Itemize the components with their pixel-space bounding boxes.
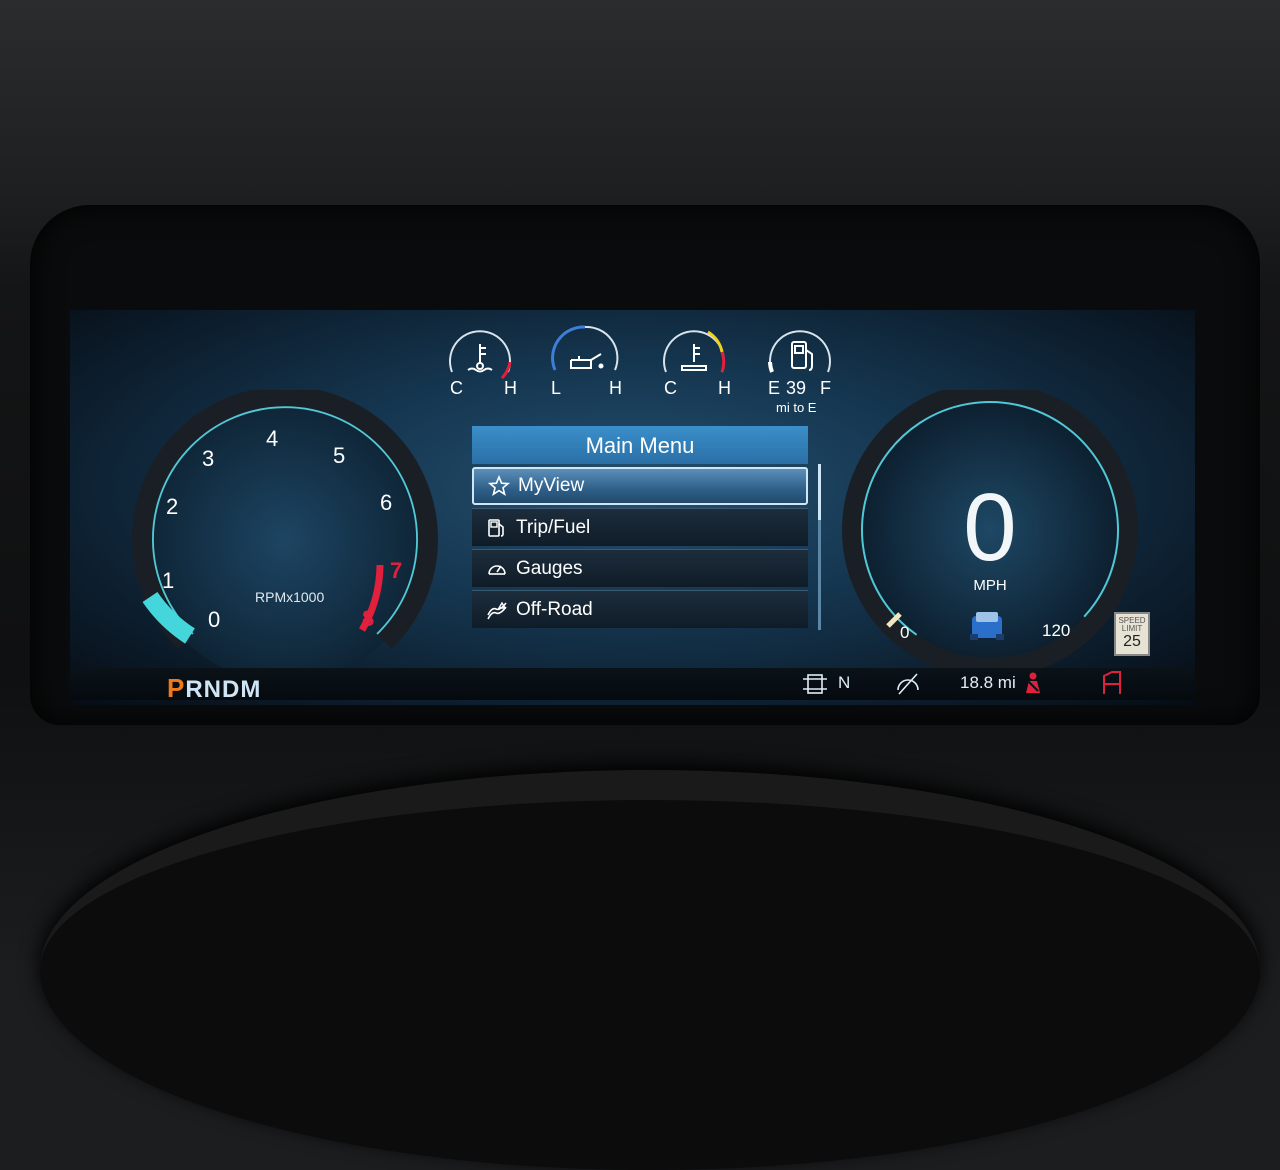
menu-item-trip-fuel[interactable]: Trip/Fuel <box>472 508 808 546</box>
transmission-temp-icon <box>681 344 707 371</box>
trans-temp-gauge: C H <box>663 330 731 398</box>
speed-max-label: 120 <box>1042 621 1070 640</box>
tach-tick-0: 0 <box>208 607 220 632</box>
menu-item-label: Gauges <box>516 557 583 579</box>
coolant-gauge: C H <box>449 330 517 398</box>
menu-item-gauges[interactable]: Gauges <box>472 549 808 587</box>
seatbelt-warning-icon <box>1026 672 1040 693</box>
drive-mode-indicator: N <box>838 673 851 692</box>
menu-item-label: MyView <box>518 475 585 496</box>
tach-tick-4: 4 <box>266 426 278 451</box>
tach-tick-8: 8 <box>362 606 374 631</box>
oil-pressure-gauge: L H <box>551 325 622 398</box>
fuel-range-unit: mi to E <box>776 400 817 415</box>
tach-tick-1: 1 <box>162 568 174 593</box>
star-icon <box>488 475 510 497</box>
oil-high-label: H <box>609 378 622 398</box>
tach-unit-label: RPMx1000 <box>255 589 324 605</box>
gauge-icon <box>486 558 508 580</box>
tachometer: 0 1 2 3 4 5 6 7 8 RPMx1000 <box>132 390 438 682</box>
speed-limit-value: 25 <box>1123 633 1141 650</box>
speed-value: 0 <box>963 474 1016 581</box>
trans-low-label: C <box>664 378 677 398</box>
coolant-icon <box>467 344 493 373</box>
speed-limit-sign: SPEED LIMIT 25 <box>1114 612 1150 656</box>
fuel-gauge: E 39 F mi to E <box>768 330 831 415</box>
off-road-icon <box>486 599 508 621</box>
cruise-off-icon <box>897 673 919 695</box>
menu-scroll-thumb[interactable] <box>818 464 821 520</box>
fuel-pump-icon <box>486 517 508 539</box>
tach-tick-5: 5 <box>333 443 345 468</box>
steering-wheel <box>40 770 1260 1170</box>
vehicle-icon <box>970 612 1004 640</box>
menu-item-label: Trip/Fuel <box>516 516 591 538</box>
gear-selector: PRNDM <box>167 673 261 704</box>
gear-selected: P <box>167 673 186 703</box>
odometer-value: 18.8 mi <box>960 673 1016 692</box>
speedometer: 0 MPH 0 120 <box>842 390 1138 678</box>
coolant-high-label: H <box>504 378 517 398</box>
main-menu: Main Menu MyView Trip/Fuel Gauges Off-Ro… <box>472 426 808 628</box>
4wd-icon <box>803 674 827 694</box>
tach-tick-6: 6 <box>380 490 392 515</box>
oil-can-icon <box>570 353 604 369</box>
door-ajar-icon <box>1103 671 1121 694</box>
menu-item-myview[interactable]: MyView <box>472 467 808 505</box>
steering-wheel-rim <box>40 770 1260 1170</box>
menu-title: Main Menu <box>472 426 808 464</box>
speed-min-label: 0 <box>900 623 909 642</box>
speed-unit: MPH <box>973 577 1006 594</box>
fuel-range-value: 39 <box>786 378 806 398</box>
fuel-pump-icon <box>791 341 813 371</box>
menu-item-label: Off-Road <box>516 598 593 620</box>
oil-low-label: L <box>551 378 561 398</box>
gear-options: RNDM <box>185 676 262 703</box>
tach-tick-2: 2 <box>166 494 178 519</box>
speed-limit-label-2: LIMIT <box>1121 624 1143 633</box>
fuel-empty-label: E <box>768 378 780 398</box>
trans-high-label: H <box>718 378 731 398</box>
tach-tick-7: 7 <box>390 558 402 583</box>
instrument-cluster-screen: C H L H C H E 39 F mi to E 0 1 2 3 4 5 6… <box>70 310 1195 705</box>
menu-item-off-road[interactable]: Off-Road <box>472 590 808 628</box>
tach-tick-3: 3 <box>202 446 214 471</box>
